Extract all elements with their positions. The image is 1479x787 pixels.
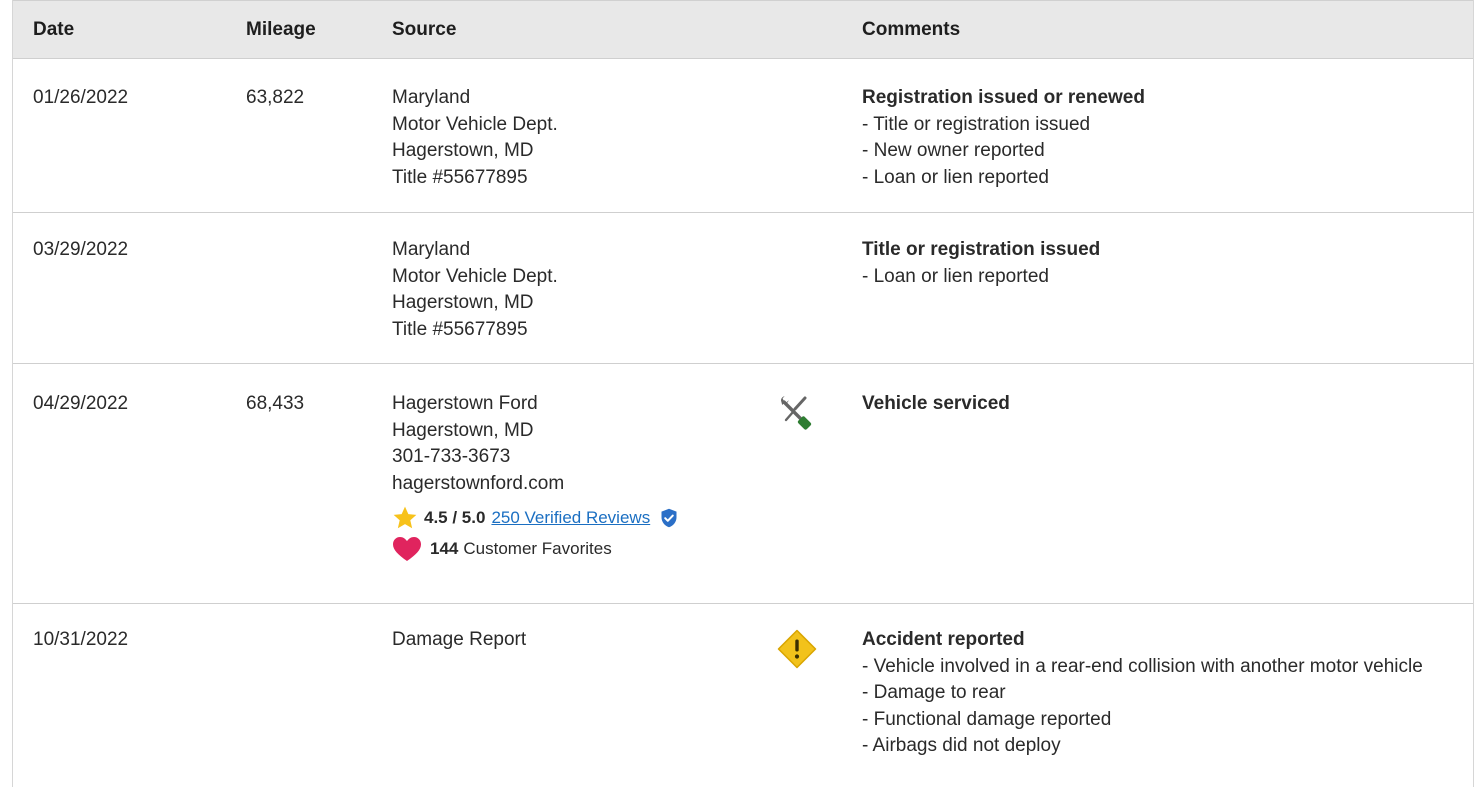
table-header: Date Mileage Source Comments [13,0,1473,59]
row-comments: Registration issued or renewed - Title o… [862,85,1462,191]
row-source: Damage Report [392,627,526,654]
comment-item: - Vehicle involved in a rear-end collisi… [862,655,1423,677]
source-line: Maryland [392,87,471,108]
source-line: Motor Vehicle Dept. [392,113,558,135]
header-mileage: Mileage [246,19,316,40]
row-date: 01/26/2022 [33,87,129,108]
header-date: Date [33,19,75,40]
favorites-label: Customer Favorites [463,538,612,558]
source-line: Title #55677895 [392,166,528,188]
source-line: Hagerstown, MD [392,292,534,313]
comment-item: - Loan or lien reported [862,265,1049,287]
comment-item: - Functional damage reported [862,708,1112,730]
comment-title: Vehicle serviced [862,393,1010,414]
warning-diamond-icon [776,628,818,670]
source-line: Damage Report [392,629,527,650]
table-row: 04/29/2022 68,433 Hagerstown Ford Hagers… [13,364,1473,604]
table-row: 03/29/2022 Maryland Motor Vehicle Dept. … [13,213,1473,364]
dealer-rating: 4.5 / 5.0 250 Verified Reviews [392,503,678,533]
source-line: Maryland [392,239,471,260]
row-mileage: 63,822 [246,87,305,108]
rating-score: 4.5 / 5.0 [424,507,486,527]
row-comments: Title or registration issued - Loan or l… [862,237,1462,290]
source-line: Title #55677895 [392,318,528,340]
row-comments: Accident reported - Vehicle involved in … [862,627,1462,760]
table-row: 01/26/2022 63,822 Maryland Motor Vehicle… [13,59,1473,213]
row-source: Maryland Motor Vehicle Dept. Hagerstown,… [392,237,558,343]
row-mileage: 68,433 [246,393,305,414]
comment-item: - Damage to rear [862,682,1006,703]
comment-item: - New owner reported [862,140,1045,161]
source-line: hagerstownford.com [392,472,565,494]
row-comments: Vehicle serviced [862,391,1462,418]
row-date: 04/29/2022 [33,393,129,414]
comment-title: Accident reported [862,629,1025,650]
verified-reviews-link[interactable]: 250 Verified Reviews [491,505,650,532]
row-source: Maryland Motor Vehicle Dept. Hagerstown,… [392,85,558,191]
source-line: Hagerstown, MD [392,140,534,161]
comment-title: Registration issued or renewed [862,87,1145,108]
row-date: 03/29/2022 [33,239,129,260]
comment-item: - Loan or lien reported [862,166,1049,188]
service-wrench-screwdriver-icon [776,392,816,432]
header-comments: Comments [862,19,961,40]
vehicle-history-table: Date Mileage Source Comments 01/26/2022 … [12,0,1474,787]
customer-favorites: 144 Customer Favorites [392,533,678,565]
row-date: 10/31/2022 [33,629,129,650]
star-icon [392,505,418,531]
source-line: Hagerstown, MD [392,419,534,441]
source-line: 301-733-3673 [392,446,511,467]
row-source: Hagerstown Ford Hagerstown, MD 301-733-3… [392,391,678,565]
source-line: Motor Vehicle Dept. [392,265,558,287]
favorites-count: 144 [430,538,459,558]
source-line: Hagerstown Ford [392,393,538,414]
header-source: Source [392,19,457,40]
verified-shield-icon [660,508,678,528]
table-row: 10/31/2022 Damage Report Accident report… [13,604,1473,787]
comment-item: - Title or registration issued [862,113,1091,135]
heart-icon [392,536,422,562]
comment-title: Title or registration issued [862,239,1101,260]
comment-item: - Airbags did not deploy [862,735,1061,756]
